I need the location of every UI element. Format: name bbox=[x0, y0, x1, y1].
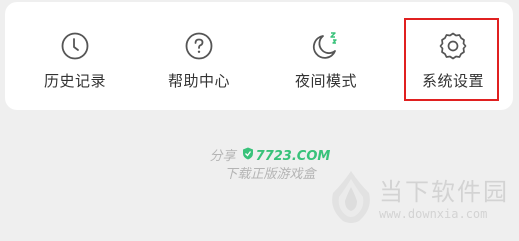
clock-icon bbox=[57, 28, 93, 64]
moon-icon bbox=[308, 28, 344, 64]
watermark: 当下软件园 www.downxia.com bbox=[329, 168, 509, 230]
screen: 历史记录 帮助中心 夜间模式 系统设置 分享 7723.COM 下载正版游戏盒 … bbox=[0, 0, 519, 241]
shield-icon bbox=[242, 147, 254, 166]
night-mode-label: 夜间模式 bbox=[294, 72, 357, 90]
help-center-label: 帮助中心 bbox=[167, 72, 230, 90]
watermark-name: 当下软件园 bbox=[379, 178, 509, 206]
watermark-text: 当下软件园 www.downxia.com bbox=[379, 177, 509, 221]
history-label: 历史记录 bbox=[43, 72, 106, 90]
brand-text: 7723.COM bbox=[255, 148, 331, 164]
share-row: 分享 7723.COM bbox=[190, 147, 350, 166]
settings-highlight-box bbox=[404, 18, 499, 101]
history-button[interactable]: 历史记录 bbox=[27, 2, 123, 110]
share-label: 分享 bbox=[209, 148, 236, 164]
help-center-button[interactable]: 帮助中心 bbox=[151, 2, 247, 110]
question-icon bbox=[181, 28, 217, 64]
tagline: 下载正版游戏盒 bbox=[224, 167, 316, 182]
night-mode-button[interactable]: 夜间模式 bbox=[278, 2, 374, 110]
watermark-logo-icon bbox=[329, 169, 373, 229]
brand-link[interactable]: 7723.COM bbox=[242, 147, 331, 166]
share-footer: 分享 7723.COM 下载正版游戏盒 bbox=[190, 147, 350, 184]
watermark-url: www.downxia.com bbox=[379, 207, 488, 221]
